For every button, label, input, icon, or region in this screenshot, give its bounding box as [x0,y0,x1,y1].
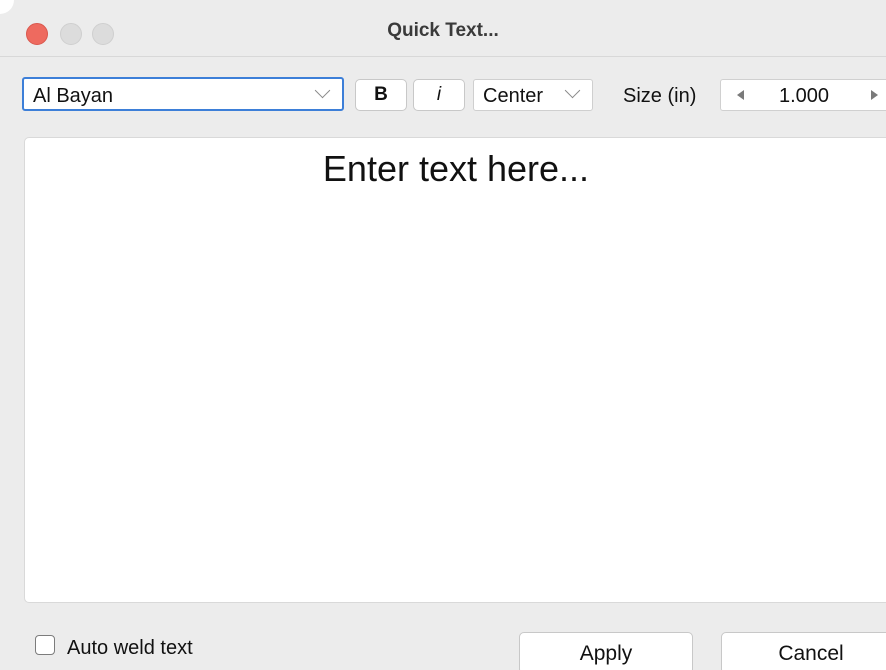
size-stepper[interactable]: 1.000 [720,79,886,111]
font-select-value: Al Bayan [33,85,114,107]
quick-text-dialog: Quick Text... Al Bayan B i Center Size (… [0,0,886,670]
dialog-footer: Auto weld text Apply Cancel [0,604,886,670]
size-value[interactable]: 1.000 [779,85,829,108]
text-toolbar: Al Bayan B i Center Size (in) 1.000 [0,57,886,137]
window-title: Quick Text... [387,20,499,41]
apply-button[interactable]: Apply [519,632,693,670]
decrement-arrow-icon[interactable] [737,90,744,100]
auto-weld-label[interactable]: Auto weld text [67,637,193,660]
chevron-down-icon [564,82,581,99]
size-label: Size (in) [623,85,697,107]
increment-arrow-icon[interactable] [871,90,878,100]
alignment-select[interactable]: Center [473,79,593,111]
bold-button[interactable]: B [355,79,407,111]
text-input-area[interactable]: Enter text here... [24,137,886,603]
cancel-button[interactable]: Cancel [721,632,886,670]
alignment-select-value: Center [483,85,544,107]
auto-weld-checkbox[interactable] [35,635,55,655]
text-placeholder: Enter text here... [322,148,590,189]
chevron-down-icon [314,82,331,99]
title-bar[interactable]: Quick Text... [0,0,886,57]
font-select[interactable]: Al Bayan [22,77,344,111]
italic-button[interactable]: i [413,79,465,111]
